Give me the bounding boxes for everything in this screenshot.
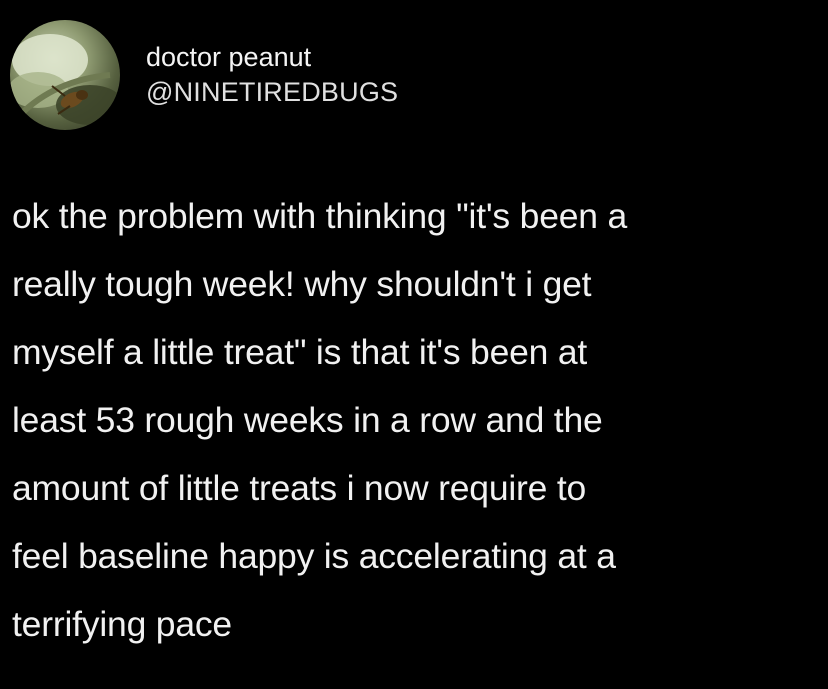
author-names: doctor peanut @NINETIREDBUGS	[146, 40, 398, 110]
tweet-text: ok the problem with thinking "it's been …	[12, 196, 628, 644]
author-display-name[interactable]: doctor peanut	[146, 40, 398, 74]
tweet-card: doctor peanut @NINETIREDBUGS ok the prob…	[0, 0, 828, 689]
author-handle[interactable]: @NINETIREDBUGS	[146, 74, 398, 110]
tweet-header: doctor peanut @NINETIREDBUGS	[10, 20, 398, 130]
avatar[interactable]	[10, 20, 120, 130]
avatar-bug-on-leaf-icon	[10, 34, 120, 125]
